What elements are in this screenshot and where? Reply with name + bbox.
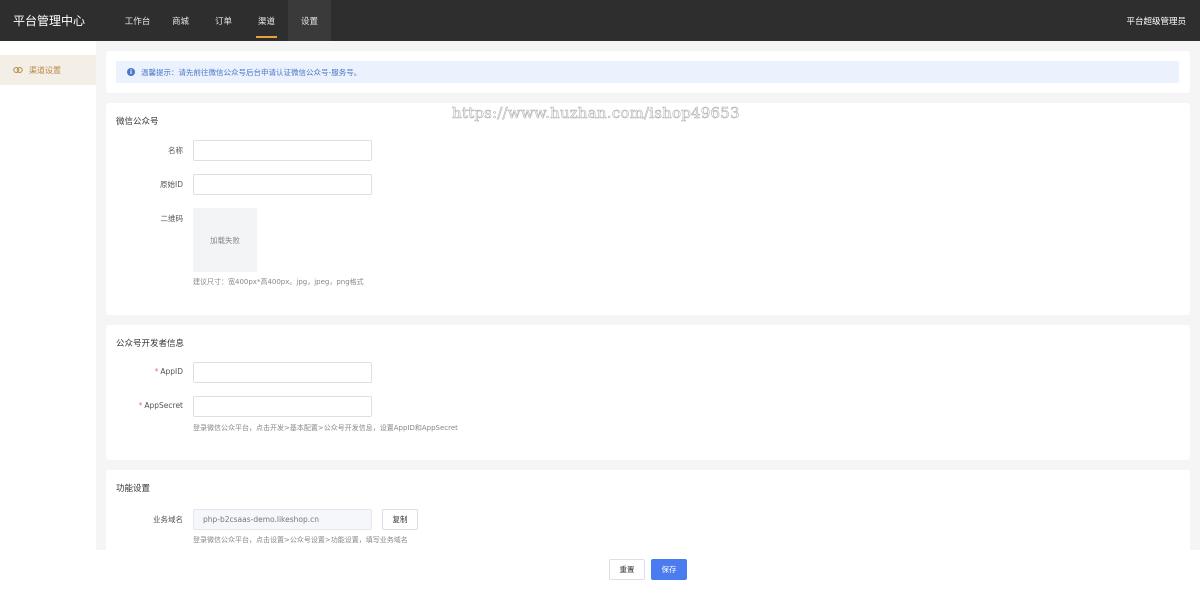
appid-input[interactable] bbox=[193, 362, 372, 383]
sidebar: 渠道设置 bbox=[0, 41, 96, 589]
admin-user-menu[interactable]: 平台超级管理员 bbox=[1126, 15, 1186, 27]
wechat-account-card: 微信公众号 名称 原始ID 二维码 加载失败 建议尺寸：宽400px*高400p… bbox=[106, 103, 1190, 315]
name-label: 名称 bbox=[168, 146, 183, 155]
appid-label-text: AppID bbox=[160, 367, 183, 376]
qrcode-hint: 建议尺寸：宽400px*高400px。jpg，jpeg，png格式 bbox=[193, 278, 364, 286]
appsecret-label: * AppSecret bbox=[106, 401, 183, 410]
section-title-wechat: 微信公众号 bbox=[116, 117, 159, 127]
reset-button[interactable]: 重置 bbox=[609, 559, 645, 580]
domain-label: 业务域名 bbox=[153, 515, 183, 524]
function-settings-card: 功能设置 业务域名 复制 登录微信公众平台，点击设置>公众号设置>功能设置，填写… bbox=[106, 470, 1190, 550]
channel-icon bbox=[13, 67, 23, 73]
name-input[interactable] bbox=[193, 140, 372, 161]
nav-item-settings[interactable]: 设置 bbox=[288, 0, 331, 41]
domain-input bbox=[193, 509, 372, 530]
appid-label: * AppID bbox=[106, 367, 183, 376]
qrcode-label: 二维码 bbox=[160, 214, 184, 223]
developer-hint: 登录微信公众平台，点击开发>基本配置>公众号开发信息，设置AppID和AppSe… bbox=[193, 424, 458, 432]
section-title-developer: 公众号开发者信息 bbox=[116, 339, 185, 349]
save-button[interactable]: 保存 bbox=[651, 559, 687, 580]
main-content: i 温馨提示：请先前往微信公众号后台申请认证微信公众号-服务号。 微信公众号 名… bbox=[106, 51, 1190, 550]
sidebar-item-channel-settings[interactable]: 渠道设置 bbox=[0, 55, 96, 85]
tip-alert: i 温馨提示：请先前往微信公众号后台申请认证微信公众号-服务号。 bbox=[116, 61, 1179, 83]
domain-hint: 登录微信公众平台，点击设置>公众号设置>功能设置，填写业务域名 bbox=[193, 536, 408, 544]
nav-item-mall[interactable]: 商城 bbox=[159, 0, 202, 41]
nav-item-workbench[interactable]: 工作台 bbox=[116, 0, 159, 41]
section-title-function: 功能设置 bbox=[116, 484, 151, 494]
top-navbar: 平台管理中心 工作台 商城 订单 渠道 设置 平台超级管理员 bbox=[0, 0, 1200, 41]
origin-id-label: 原始ID bbox=[160, 180, 183, 189]
nav-item-channels[interactable]: 渠道 bbox=[245, 0, 288, 41]
nav-item-orders[interactable]: 订单 bbox=[202, 0, 245, 41]
qrcode-upload[interactable]: 加载失败 bbox=[193, 208, 257, 272]
required-mark: * bbox=[138, 401, 143, 410]
appsecret-label-text: AppSecret bbox=[144, 401, 183, 410]
copy-button[interactable]: 复制 bbox=[382, 509, 418, 530]
app-title: 平台管理中心 bbox=[13, 14, 86, 28]
main-nav: 工作台 商城 订单 渠道 设置 bbox=[116, 0, 331, 41]
appsecret-input[interactable] bbox=[193, 396, 372, 417]
sidebar-item-label: 渠道设置 bbox=[29, 65, 61, 75]
tip-text: 温馨提示：请先前往微信公众号后台申请认证微信公众号-服务号。 bbox=[141, 67, 362, 77]
tip-card: i 温馨提示：请先前往微信公众号后台申请认证微信公众号-服务号。 bbox=[106, 51, 1190, 93]
qrcode-status: 加载失败 bbox=[210, 235, 240, 245]
info-icon: i bbox=[127, 68, 135, 76]
footer-bar: 重置 保存 bbox=[0, 550, 1200, 589]
required-mark: * bbox=[154, 367, 159, 376]
origin-id-input[interactable] bbox=[193, 174, 372, 195]
developer-info-card: 公众号开发者信息 * AppID * AppSecret 登录微信公众平台，点击开发… bbox=[106, 325, 1190, 460]
